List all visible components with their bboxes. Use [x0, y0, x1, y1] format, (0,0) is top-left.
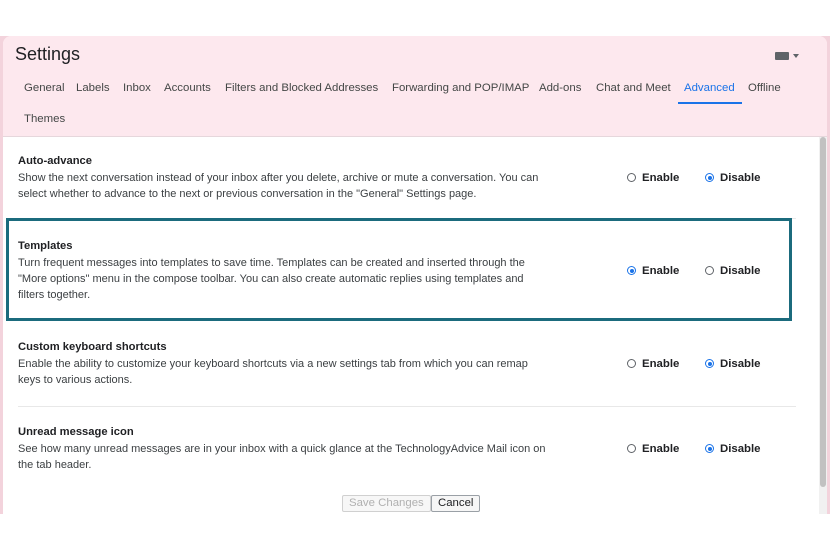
setting-title: Templates	[18, 240, 73, 252]
tab-inbox[interactable]: Inbox	[123, 82, 151, 94]
tab-advanced[interactable]: Advanced	[684, 82, 735, 94]
keyboard-shortcuts-enable-radio[interactable]: Enable	[627, 358, 679, 370]
section-divider	[18, 406, 796, 407]
radio-label: Enable	[642, 443, 680, 455]
radio-circle	[627, 444, 636, 453]
radio-label: Disable	[720, 265, 761, 277]
chevron-down-icon	[793, 54, 799, 58]
setting-description-line: Turn frequent messages into templates to…	[18, 257, 525, 269]
radio-circle-selected	[627, 266, 636, 275]
radio-circle-selected	[705, 359, 714, 368]
setting-description-line: keys to various actions.	[18, 374, 133, 386]
radio-label: Disable	[720, 358, 761, 370]
setting-title: Unread message icon	[18, 426, 134, 438]
auto-advance-disable-radio[interactable]: Disable	[705, 172, 761, 184]
setting-description-line: "More options" menu in the compose toolb…	[18, 273, 524, 285]
radio-label: Enable	[642, 172, 680, 184]
radio-label: Enable	[642, 265, 680, 277]
setting-unread-icon: Unread message icon See how many unread …	[18, 426, 578, 473]
setting-keyboard-shortcuts: Custom keyboard shortcuts Enable the abi…	[18, 341, 578, 388]
radio-circle	[627, 359, 636, 368]
radio-circle	[705, 266, 714, 275]
active-tab-indicator	[678, 102, 742, 104]
scrollbar-thumb[interactable]	[820, 137, 826, 487]
tab-forwarding[interactable]: Forwarding and POP/IMAP	[392, 82, 529, 94]
tab-chat-meet[interactable]: Chat and Meet	[596, 82, 671, 94]
auto-advance-enable-radio[interactable]: Enable	[627, 172, 679, 184]
radio-label: Disable	[720, 172, 761, 184]
unread-icon-enable-radio[interactable]: Enable	[627, 443, 679, 455]
tab-addons[interactable]: Add-ons	[539, 82, 581, 94]
tab-accounts[interactable]: Accounts	[164, 82, 211, 94]
setting-title: Custom keyboard shortcuts	[18, 341, 167, 353]
templates-disable-radio[interactable]: Disable	[705, 265, 761, 277]
tab-offline[interactable]: Offline	[748, 82, 781, 94]
unread-icon-disable-radio[interactable]: Disable	[705, 443, 761, 455]
settings-header: Settings General Labels Inbox Accounts F…	[3, 36, 827, 137]
setting-description-line: Enable the ability to customize your key…	[18, 358, 528, 370]
setting-auto-advance: Auto-advance Show the next conversation …	[18, 155, 578, 202]
keyboard-icon[interactable]	[775, 50, 799, 62]
radio-circle-selected	[705, 444, 714, 453]
keyboard-shortcuts-disable-radio[interactable]: Disable	[705, 358, 761, 370]
radio-label: Enable	[642, 358, 680, 370]
tab-themes[interactable]: Themes	[24, 113, 65, 125]
keyboard-icon-body	[775, 52, 789, 60]
setting-templates: Templates Turn frequent messages into te…	[18, 240, 578, 303]
page-title: Settings	[15, 44, 81, 64]
radio-label: Disable	[720, 443, 761, 455]
tab-general[interactable]: General	[24, 82, 65, 94]
templates-enable-radio[interactable]: Enable	[627, 265, 679, 277]
radio-circle	[627, 173, 636, 182]
setting-description-line: select whether to advance to the next or…	[18, 188, 477, 200]
setting-description-line: filters together.	[18, 289, 91, 301]
tab-filters[interactable]: Filters and Blocked Addresses	[225, 82, 378, 94]
radio-circle-selected	[705, 173, 714, 182]
cancel-button[interactable]: Cancel	[431, 495, 481, 512]
save-changes-button[interactable]: Save Changes	[342, 495, 431, 512]
setting-description-line: Show the next conversation instead of yo…	[18, 172, 539, 184]
setting-title: Auto-advance	[18, 155, 92, 167]
tab-labels[interactable]: Labels	[76, 82, 110, 94]
setting-description-line: the tab header.	[18, 459, 92, 471]
setting-description-line: See how many unread messages are in your…	[18, 443, 546, 455]
